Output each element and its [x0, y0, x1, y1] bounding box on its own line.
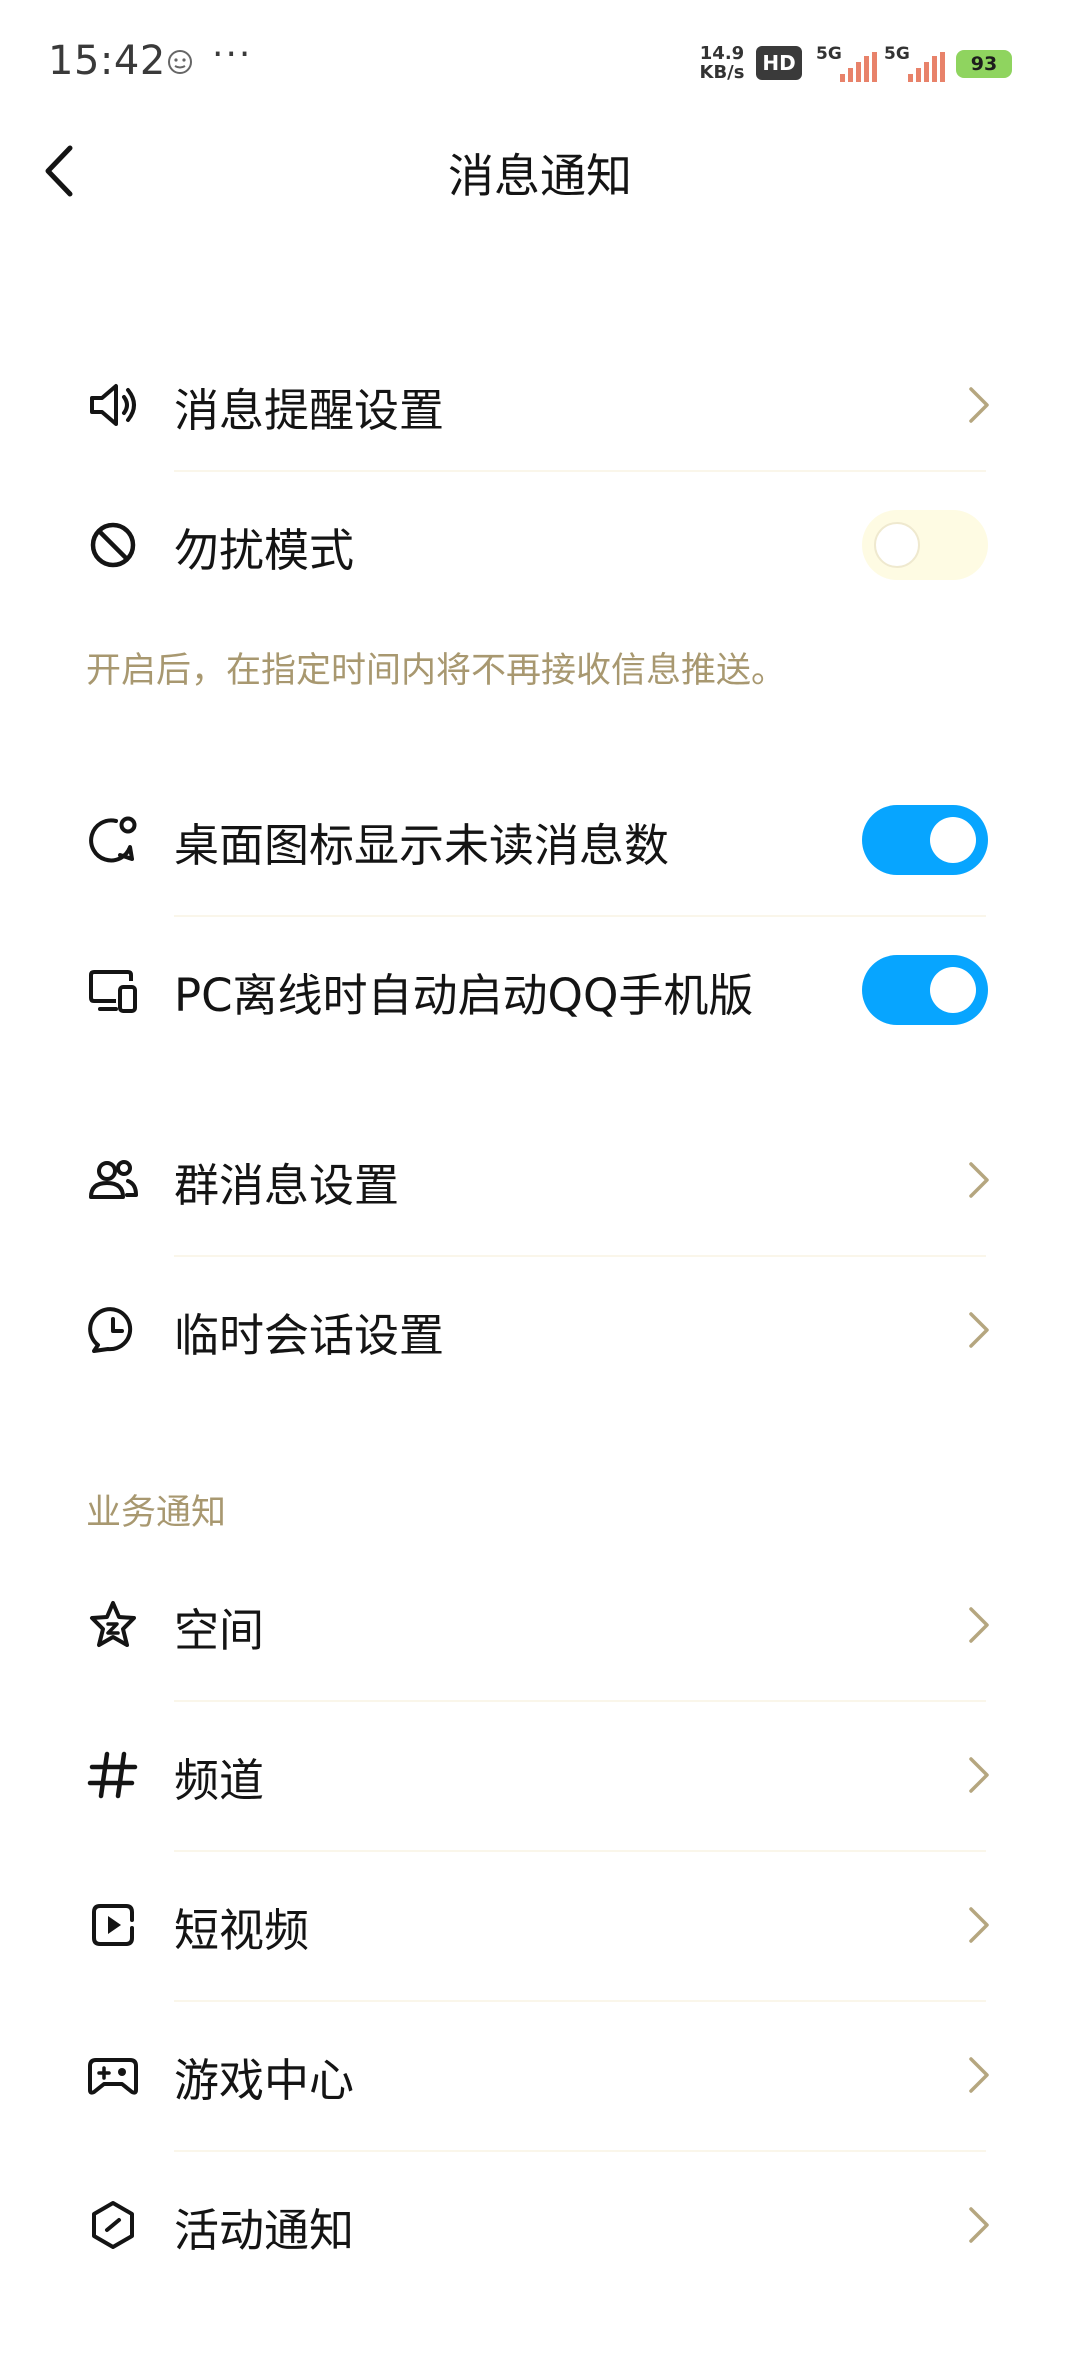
back-button[interactable]: [30, 138, 90, 204]
row-label: 短视频: [174, 1904, 310, 1957]
chat-badge-icon: [89, 816, 137, 863]
toggle-knob: [930, 817, 976, 863]
clock-chat-icon: [88, 1307, 133, 1353]
row-activity[interactable]: 活动通知: [0, 2150, 1080, 2300]
pc-offline-toggle[interactable]: [862, 955, 988, 1025]
speaker-icon: [90, 384, 136, 426]
sim2-signal: 5G: [884, 44, 946, 82]
row-label: 游戏中心: [174, 2054, 355, 2107]
chevron-right-icon: [969, 1312, 989, 1348]
notification-face-icon: [168, 50, 192, 74]
status-more-dots: ···: [212, 34, 253, 75]
row-qzone[interactable]: 空间: [0, 1550, 1080, 1700]
status-time: 15:42: [48, 38, 166, 84]
chevron-right-icon: [969, 1907, 989, 1943]
hexagon-icon: [92, 2201, 134, 2249]
row-label: PC离线时自动启动QQ手机版: [174, 969, 754, 1022]
hash-icon: [87, 1751, 138, 1799]
star-icon: [90, 1601, 136, 1647]
row-dnd-mode: 勿扰模式: [0, 470, 1080, 620]
row-pc-offline: PC离线时自动启动QQ手机版: [0, 915, 1080, 1065]
row-badge-count: 桌面图标显示未读消息数: [0, 765, 1080, 915]
page-title: 消息通知: [448, 149, 632, 203]
chevron-right-icon: [969, 2057, 989, 2093]
sim1-signal: 5G: [816, 44, 878, 82]
row-label: 桌面图标显示未读消息数: [174, 819, 670, 872]
row-temp-chat[interactable]: 临时会话设置: [0, 1255, 1080, 1405]
hd-badge: HD: [756, 46, 802, 80]
row-label: 消息提醒设置: [174, 384, 445, 437]
badge-count-toggle[interactable]: [862, 805, 988, 875]
section-title-business: 业务通知: [86, 1493, 227, 1533]
video-icon: [92, 1904, 134, 1946]
row-channel[interactable]: 频道: [0, 1700, 1080, 1850]
row-notify-settings[interactable]: 消息提醒设置: [0, 330, 1080, 480]
chevron-right-icon: [969, 1162, 989, 1198]
dnd-mode-toggle[interactable]: [862, 510, 988, 580]
row-short-video[interactable]: 短视频: [0, 1850, 1080, 2000]
row-label: 临时会话设置: [174, 1309, 445, 1362]
net-speed-unit: KB/s: [699, 62, 745, 83]
chevron-right-icon: [969, 387, 989, 423]
row-label: 活动通知: [174, 2204, 355, 2257]
signal-bars-icon: [840, 52, 877, 82]
battery-indicator: 93: [956, 50, 1012, 78]
toggle-knob: [930, 967, 976, 1013]
row-group-settings[interactable]: 群消息设置: [0, 1105, 1080, 1255]
dnd-hint-text: 开启后，在指定时间内将不再接收信息推送。: [86, 651, 787, 691]
row-label: 空间: [174, 1604, 265, 1657]
chevron-left-icon: [45, 145, 73, 197]
signal-bars-icon: [908, 52, 945, 82]
block-icon: [90, 522, 136, 568]
row-label: 群消息设置: [174, 1159, 400, 1212]
net-speed: 14.9 KB/s: [694, 44, 750, 82]
chevron-right-icon: [969, 1607, 989, 1643]
group-icon: [89, 1160, 138, 1199]
chevron-right-icon: [969, 2207, 989, 2243]
chevron-right-icon: [969, 1757, 989, 1793]
row-label: 勿扰模式: [174, 524, 355, 577]
row-game-center[interactable]: 游戏中心: [0, 2000, 1080, 2150]
toggle-knob: [874, 522, 920, 568]
row-label: 频道: [174, 1754, 265, 1807]
pc-phone-icon: [89, 970, 137, 1013]
net-speed-value: 14.9: [699, 43, 745, 64]
gamepad-icon: [88, 2058, 138, 2095]
